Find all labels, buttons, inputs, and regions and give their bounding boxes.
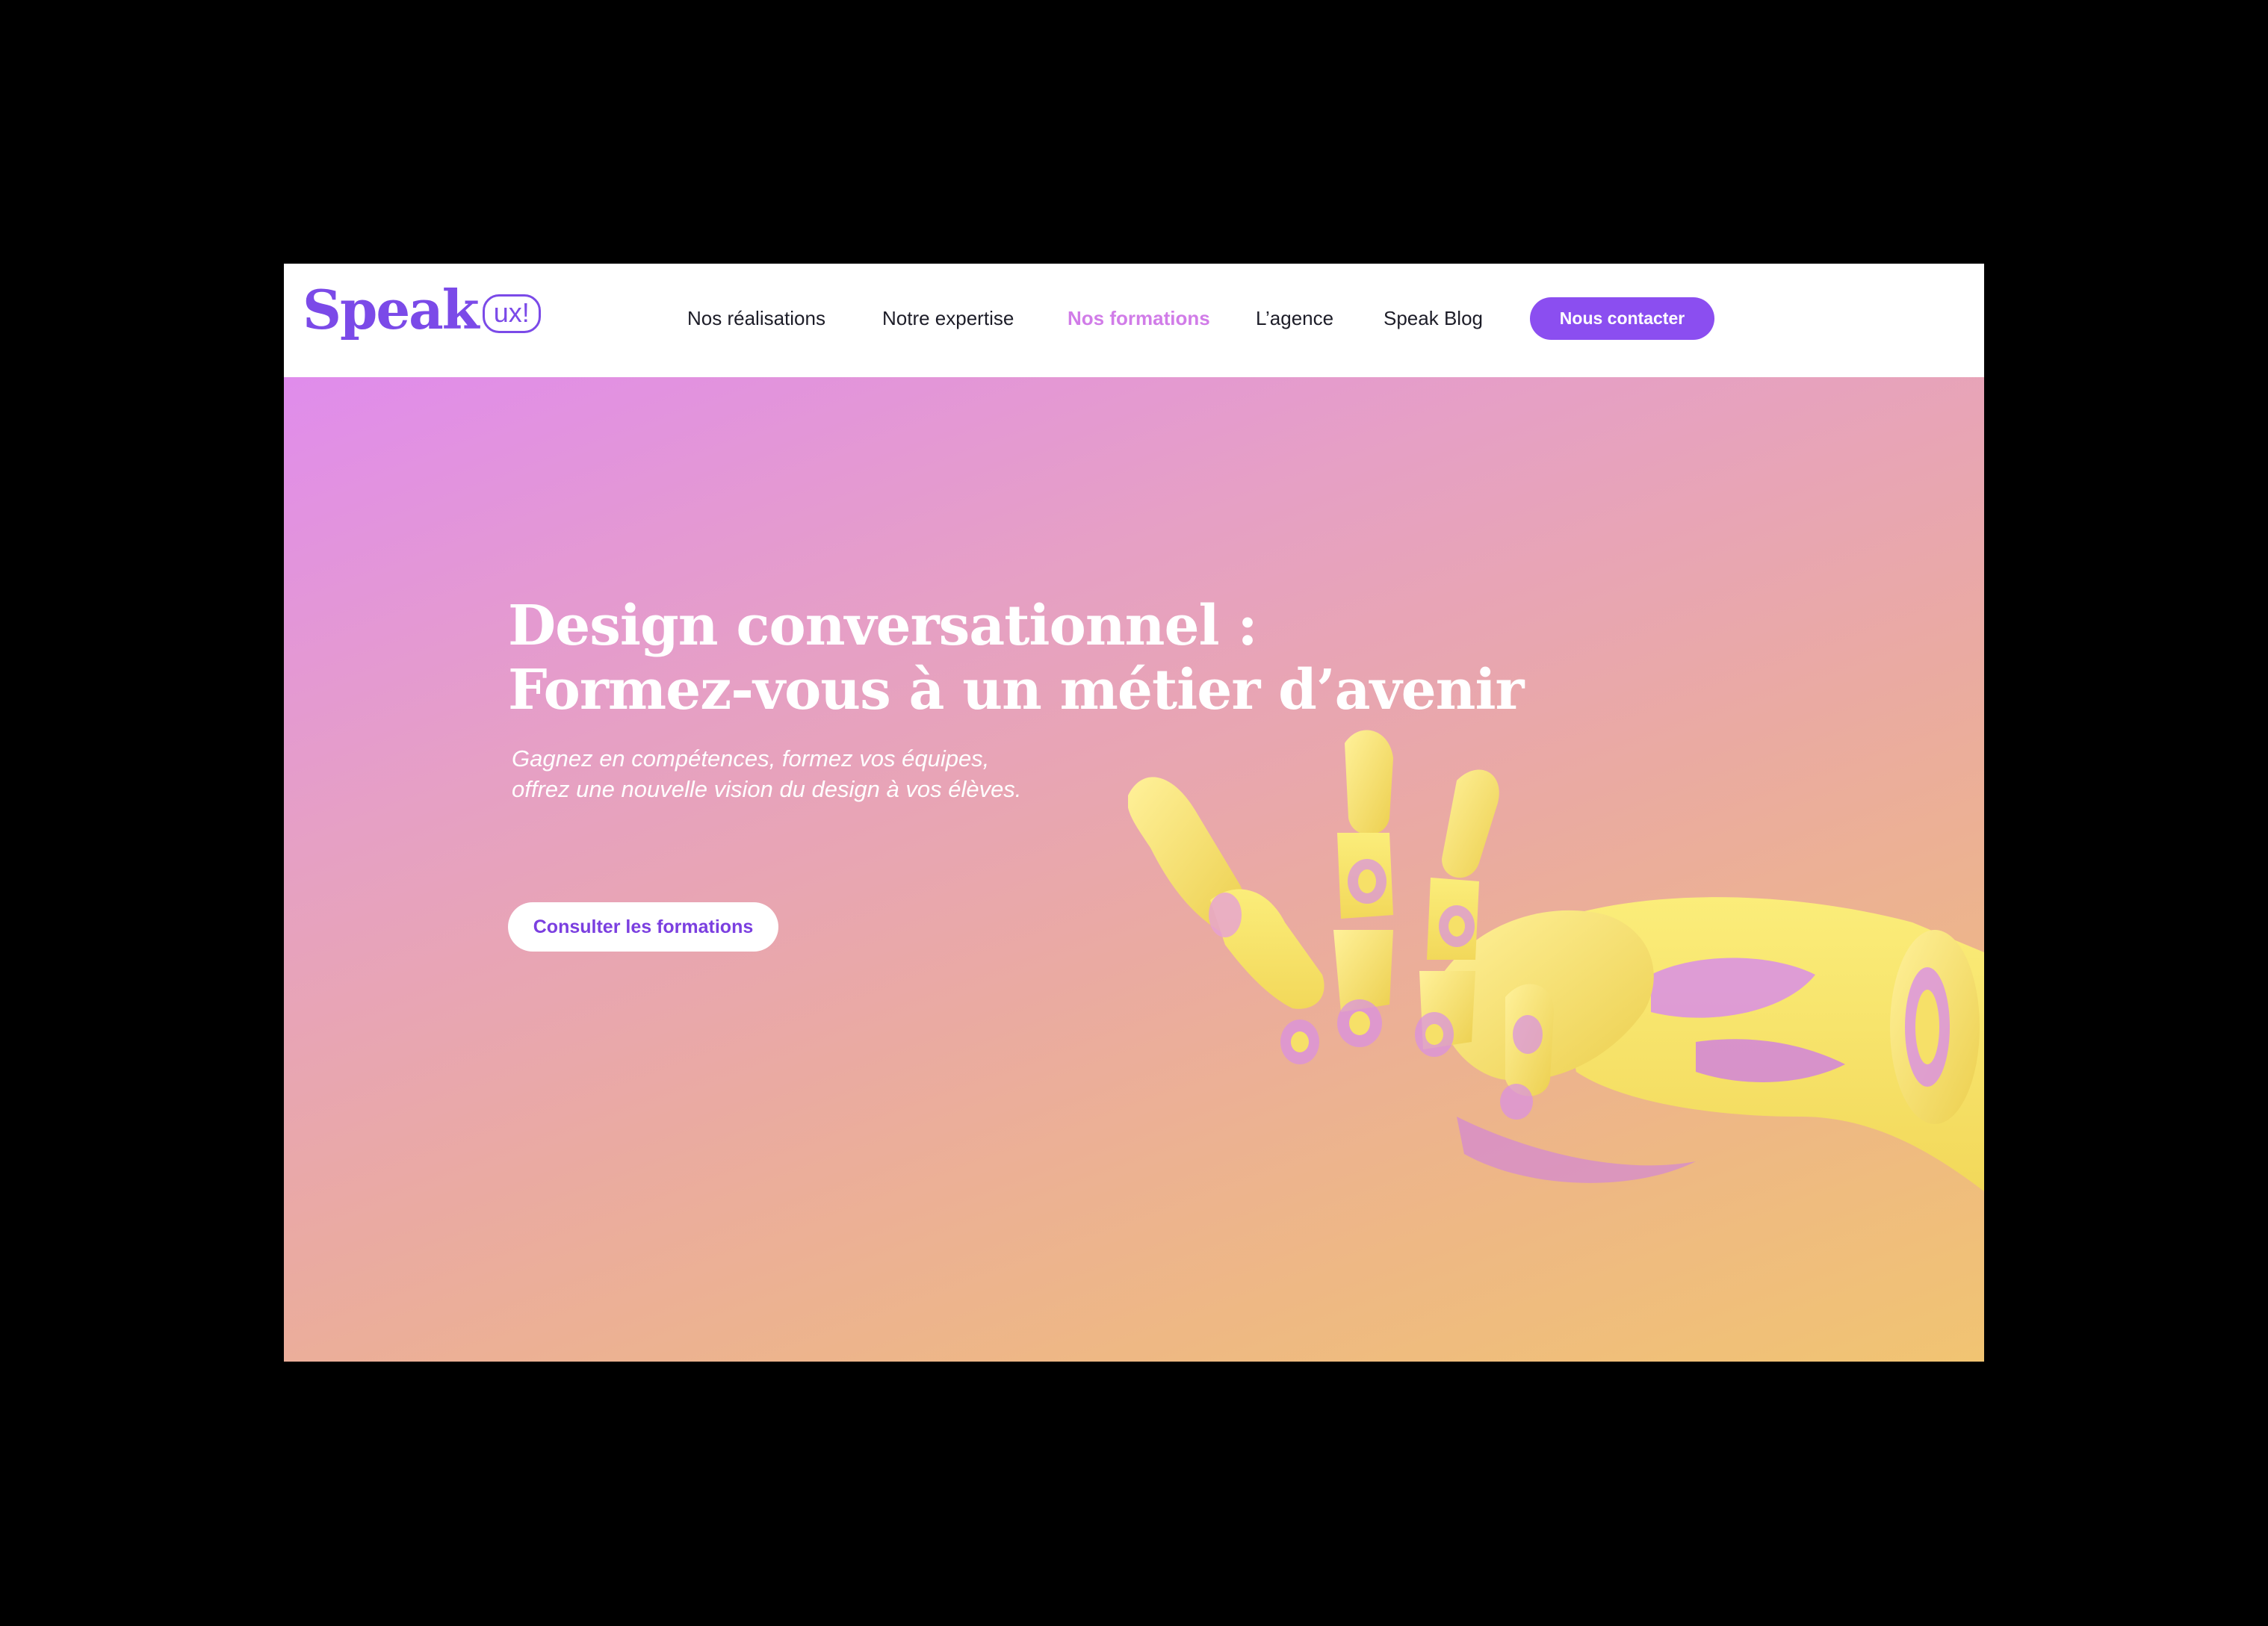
nav-item-formations[interactable]: Nos formations [1068,307,1210,330]
website-frame: Speak ux! Nos réalisations Notre experti… [284,264,1984,1362]
hero-subtitle: Gagnez en compétences, formez vos équipe… [512,743,1021,804]
hero-title-line-1: Design conversationnel : [508,594,1258,658]
hero-subtitle-line-1: Gagnez en compétences, formez vos équipe… [512,745,990,772]
hero-subtitle-line-2: offrez une nouvelle vision du design à v… [512,776,1022,802]
speakux-logo[interactable]: Speak ux! [303,283,541,337]
logo-wordmark: Speak [303,278,480,341]
hero-title-line-2: Formez-vous à un métier d’avenir [508,658,1525,722]
nav-item-expertise[interactable]: Notre expertise [882,307,1014,330]
presentation-backdrop: Speak ux! Nos réalisations Notre experti… [0,0,2268,1626]
nav-item-blog[interactable]: Speak Blog [1384,307,1483,330]
nav-item-agence[interactable]: L’agence [1256,307,1333,330]
site-header: Speak ux! Nos réalisations Notre experti… [284,264,1984,377]
robot-hand-image [1128,730,1984,1191]
hero-section: Design conversationnel : Formez-vous à u… [284,377,1984,1362]
hero-title: Design conversationnel : Formez-vous à u… [508,594,1525,722]
nav-item-realisations[interactable]: Nos réalisations [687,307,825,330]
contact-button[interactable]: Nous contacter [1530,297,1714,340]
consult-formations-button[interactable]: Consulter les formations [508,902,778,952]
logo-speech-bubble: ux! [482,294,541,333]
